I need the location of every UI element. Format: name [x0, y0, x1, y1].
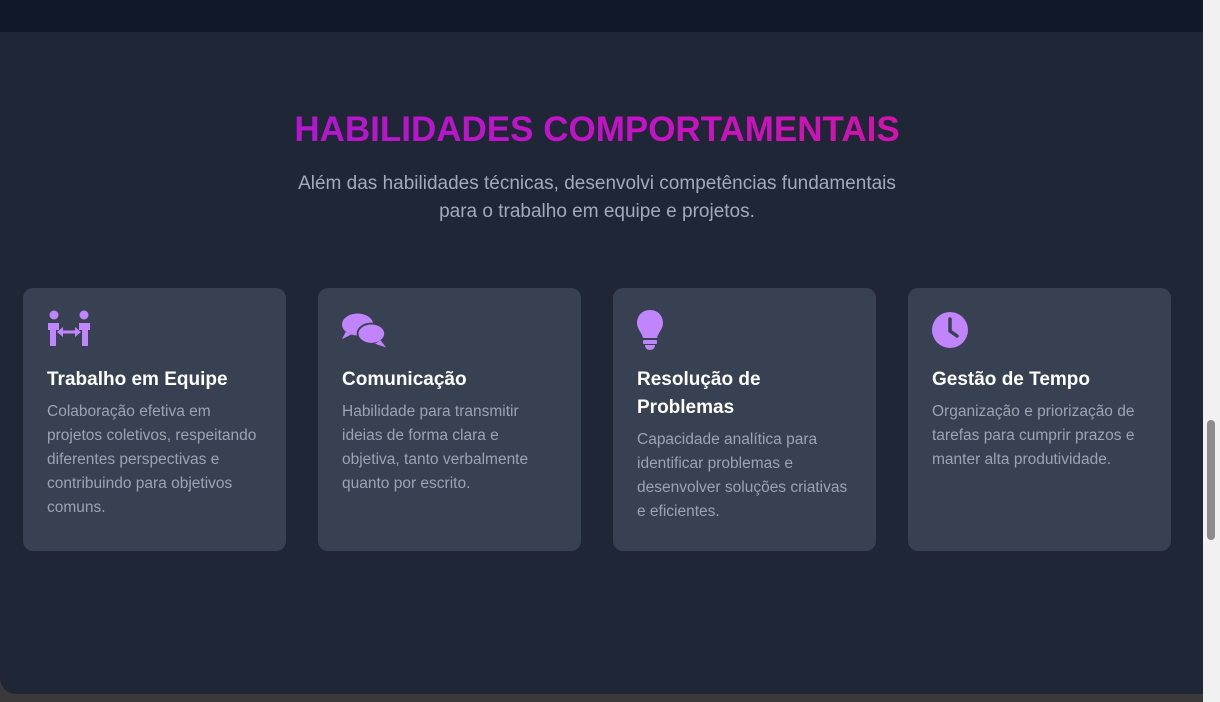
- skill-card-title: Gestão de Tempo: [932, 369, 1091, 390]
- skill-card-problem-solving: Resolução de Problemas Capacidade analít…: [613, 288, 876, 551]
- skill-card-description: Organização e priorização de tarefas par…: [932, 403, 1135, 468]
- scrollbar-track[interactable]: [1203, 0, 1220, 702]
- skill-card-teamwork: Trabalho em Equipe Colaboração efetiva e…: [23, 288, 286, 551]
- window-bottom-edge: [0, 694, 1203, 702]
- skill-card-description: Colaboração efetiva em projetos coletivo…: [47, 403, 257, 516]
- skill-card-description: Capacidade analítica para identificar pr…: [637, 431, 848, 520]
- clock-icon: [932, 312, 968, 348]
- page-viewport: HABILIDADES COMPORTAMENTAIS Além das hab…: [0, 0, 1203, 694]
- section-title: HABILIDADES COMPORTAMENTAIS: [0, 110, 1194, 150]
- skill-card-description: Habilidade para transmitir ideias de for…: [342, 403, 529, 492]
- lightbulb-icon: [637, 310, 663, 350]
- scrollbar-thumb[interactable]: [1207, 420, 1215, 540]
- comments-icon: [342, 313, 386, 348]
- people-arrows-icon: [48, 310, 90, 346]
- skill-card-time-management: Gestão de Tempo Organização e priorizaçã…: [908, 288, 1171, 551]
- skill-card-communication: Comunicação Habilidade para transmitir i…: [318, 288, 581, 551]
- header-band: [0, 0, 1203, 32]
- section-subtitle: Além das habilidades técnicas, desenvolv…: [298, 173, 896, 222]
- skill-card-title: Resolução de Problemas: [637, 369, 761, 418]
- skill-card-title: Comunicação: [342, 369, 467, 390]
- skill-card-title: Trabalho em Equipe: [47, 369, 228, 390]
